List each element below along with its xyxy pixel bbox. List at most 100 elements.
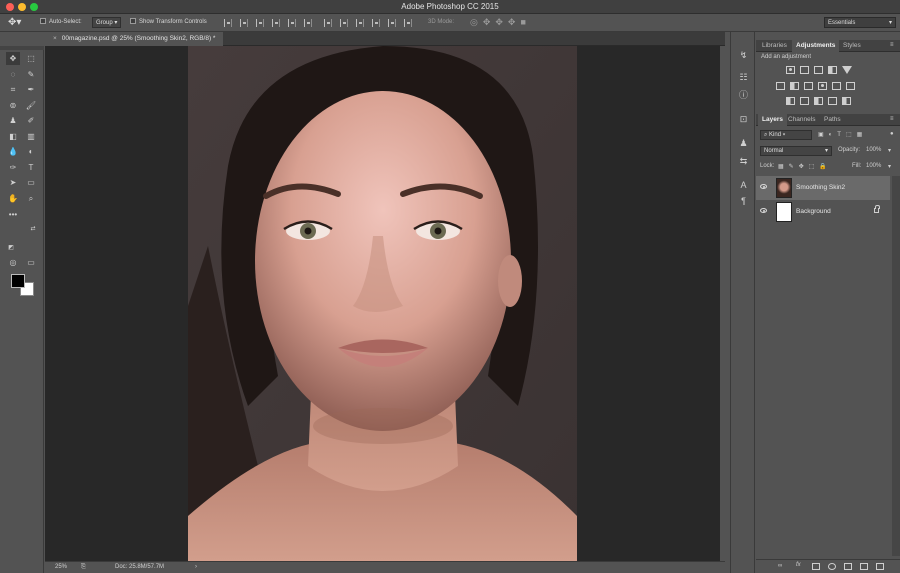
eraser-icon[interactable]: ◧ [6,130,20,143]
tab-libraries[interactable]: Libraries [758,40,791,52]
info-panel-icon[interactable]: ⓘ [738,90,749,101]
new-group-icon[interactable] [844,563,852,570]
distribute-horizontal-center-icon[interactable] [388,19,396,27]
align-bottom-icon[interactable] [256,19,264,27]
align-right-icon[interactable] [304,19,312,27]
quick-selection-icon[interactable]: ✎ [24,68,38,81]
new-layer-icon[interactable] [860,563,868,570]
zoom-icon[interactable]: ⌕ [24,192,38,205]
hue-saturation-icon[interactable] [776,82,785,90]
align-left-icon[interactable] [272,19,280,27]
tab-paths[interactable]: Paths [820,114,845,126]
fill-arrow-icon[interactable]: ▾ [888,163,891,170]
align-horizontal-center-icon[interactable] [288,19,296,27]
threshold-icon[interactable] [814,97,823,105]
layers-scrollbar[interactable] [892,176,900,556]
history-brush-icon[interactable]: ✐ [24,114,38,127]
channel-mixer-icon[interactable] [832,82,841,90]
align-top-icon[interactable] [224,19,232,27]
distribute-top-icon[interactable] [324,19,332,27]
photo-filter-icon[interactable] [818,82,827,90]
auto-select-checkbox[interactable]: Auto-Select: [40,18,82,25]
gradient-icon[interactable]: ▥ [24,130,38,143]
move-tool-preset-icon[interactable]: ✥▾ [8,16,26,29]
opacity-value[interactable]: 100% [866,147,881,153]
document-tab[interactable]: × 00magazine.psd @ 25% (Smoothing Skin2, … [45,32,224,46]
clone-stamp-icon[interactable]: ♟ [6,114,20,127]
status-export-icon[interactable]: ⎘ [81,564,86,571]
blur-icon[interactable]: 💧 [6,145,20,158]
dodge-icon[interactable]: ◐ [24,145,38,158]
hand-icon[interactable]: ✋ [6,192,20,205]
tab-adjustments[interactable]: Adjustments [792,40,840,52]
portrait-photo[interactable] [188,46,577,561]
layer-filter-toggle-icon[interactable]: ● [890,131,894,137]
blend-mode-dropdown[interactable]: Normal ▾ [760,146,832,156]
layer-row-background[interactable]: Background [756,200,890,224]
crop-icon[interactable]: ⌗ [6,83,20,96]
zoom-level[interactable]: 25% [55,564,67,570]
3d-mode-tools-icon[interactable]: ◎✥✥✥■ [470,17,531,28]
opacity-arrow-icon[interactable]: ▾ [888,147,891,154]
vibrance-icon[interactable] [842,66,852,74]
tab-layers[interactable]: Layers [758,114,787,126]
rectangle-icon[interactable]: ▭ [24,176,38,189]
levels-icon[interactable] [800,66,809,74]
lasso-icon[interactable]: ◌ [6,68,20,81]
gradient-map-icon[interactable] [828,97,837,105]
close-tab-icon[interactable]: × [53,35,57,42]
workspace-switcher[interactable]: Essentials ▾ [824,17,896,28]
more-tools-icon[interactable]: ••• [6,208,20,221]
invert-icon[interactable] [786,97,795,105]
auto-select-target-dropdown[interactable]: Group ▾ [92,17,122,28]
color-lookup-icon[interactable] [846,82,855,90]
fill-value[interactable]: 100% [866,163,881,169]
lock-options-icons[interactable]: ▦✎✥⬚🔒 [778,163,832,170]
distribute-vertical-center-icon[interactable] [340,19,348,27]
tab-channels[interactable]: Channels [784,114,819,126]
adjustments-panel-menu-icon[interactable]: ≡ [890,42,894,48]
posterize-icon[interactable] [800,97,809,105]
marquee-icon[interactable]: ⬚ [24,52,38,65]
eye-icon[interactable] [760,208,767,213]
distribute-right-icon[interactable] [404,19,412,27]
distribute-bottom-icon[interactable] [356,19,364,27]
curves-icon[interactable] [814,66,823,74]
layers-panel-menu-icon[interactable]: ≡ [890,116,894,122]
status-menu-icon[interactable]: › [195,564,197,570]
tab-styles[interactable]: Styles [839,40,865,52]
character-panel-icon[interactable]: A [738,180,749,191]
distribute-left-icon[interactable] [372,19,380,27]
eyedropper-icon[interactable]: ✒ [24,83,38,96]
quick-mask-icon[interactable]: ◎ [6,256,20,269]
new-adjustment-layer-icon[interactable] [828,563,836,570]
brightness-contrast-icon[interactable] [786,66,795,74]
paragraph-panel-icon[interactable]: ¶ [738,196,749,207]
layer-filter-icons[interactable]: ▣◐T⬚▦ [818,131,867,138]
default-colors-icon[interactable]: ◩ [4,241,18,254]
swap-colors-icon[interactable]: ⇄ [26,222,40,235]
canvas-area[interactable] [45,46,720,561]
toolbox-grip[interactable] [0,46,44,50]
pen-icon[interactable]: ✑ [6,161,20,174]
path-selection-icon[interactable]: ➤ [6,176,20,189]
move-icon[interactable]: ✥ [6,52,20,65]
color-balance-icon[interactable] [790,82,799,90]
link-layers-icon[interactable]: ∞ [778,563,782,569]
delete-layer-icon[interactable] [876,563,884,570]
show-transform-controls-checkbox[interactable]: Show Transform Controls [130,18,207,25]
foreground-color-swatch[interactable] [11,274,25,288]
eye-icon[interactable] [760,184,767,189]
screen-mode-icon[interactable]: ▭ [24,256,38,269]
add-mask-icon[interactable] [812,563,820,570]
layer-filter-kind-dropdown[interactable]: ⌕ Kind ▾ [760,130,812,140]
black-white-icon[interactable] [804,82,813,90]
lock-icon[interactable] [874,205,880,213]
exposure-icon[interactable] [828,66,837,74]
history-panel-icon[interactable]: ↯ [738,50,749,61]
healing-brush-icon[interactable]: ⊚ [6,99,20,112]
properties-panel-icon[interactable]: ☷ [738,72,749,83]
layer-style-icon[interactable]: fx [796,562,801,568]
paths-panel-icon[interactable]: ⊡ [738,114,749,125]
layer-row-smoothing-skin2[interactable]: Smoothing Skin2 [756,176,890,200]
